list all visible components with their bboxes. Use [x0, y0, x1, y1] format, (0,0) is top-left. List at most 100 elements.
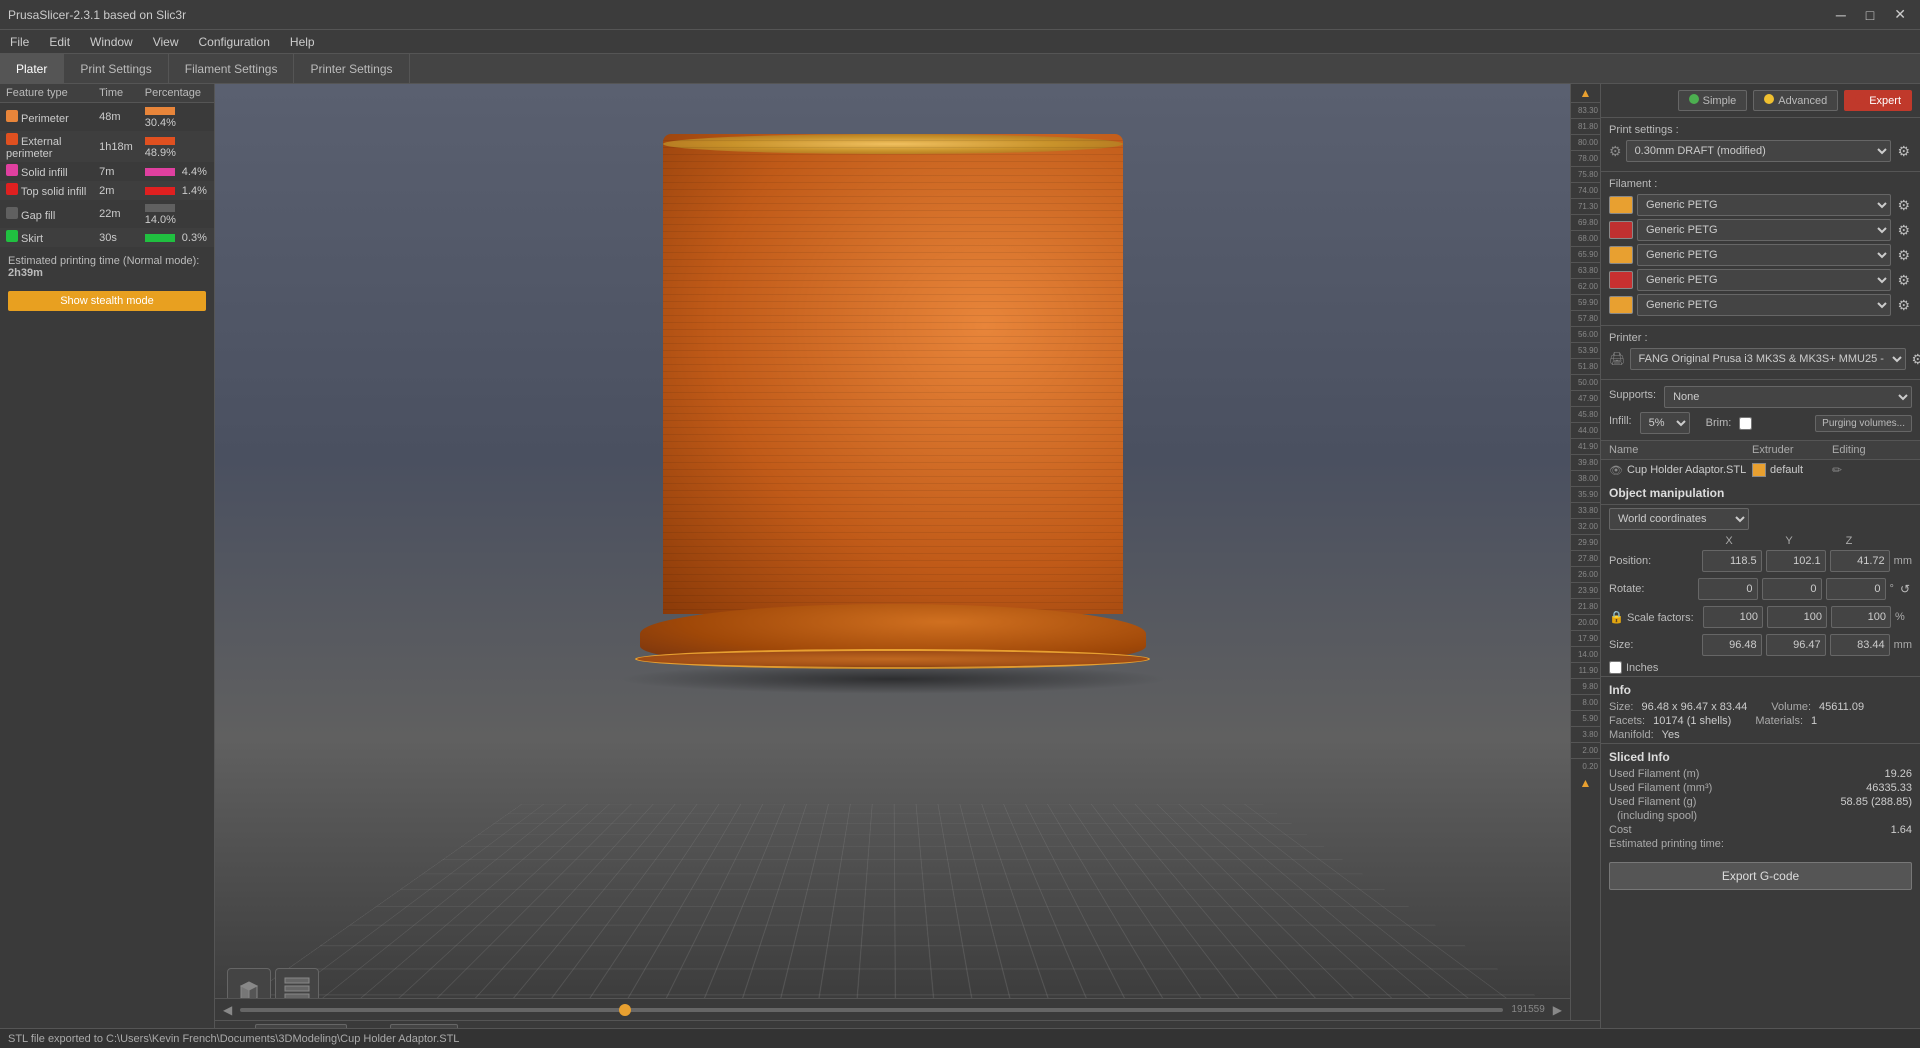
size-z-input[interactable] [1830, 634, 1890, 656]
filament-color-0[interactable] [1609, 196, 1633, 214]
filament-edit-btn-3[interactable]: ⚙ [1895, 270, 1912, 291]
sliced-g-row: Used Filament (g) 58.85 (288.85) [1609, 796, 1912, 808]
tab-filament-settings[interactable]: Filament Settings [169, 54, 295, 83]
menu-help[interactable]: Help [280, 30, 325, 53]
mode-advanced-btn[interactable]: Advanced [1753, 90, 1838, 111]
info-facets-val: 10174 (1 shells) [1653, 715, 1731, 727]
lock-icon[interactable]: 🔒 [1609, 610, 1624, 624]
slider-thumb[interactable] [619, 1004, 631, 1016]
col-name: Name [1609, 444, 1752, 456]
filament-color-2[interactable] [1609, 246, 1633, 264]
filament-edit-btn-0[interactable]: ⚙ [1895, 195, 1912, 216]
ruler-mark: 35.90 [1571, 486, 1600, 502]
inches-label: Inches [1626, 662, 1658, 674]
ruler-mark: 8.00 [1571, 694, 1600, 710]
simple-dot [1689, 94, 1699, 104]
info-materials-val: 1 [1811, 715, 1817, 727]
print-settings-select[interactable]: 0.30mm DRAFT (modified) [1626, 140, 1892, 162]
ruler-mark: 20.00 [1571, 614, 1600, 630]
stat-time-cell: 22m [93, 200, 139, 228]
filament-select-2[interactable]: Generic PETG [1637, 244, 1891, 266]
main-layout: Feature type Time Percentage Perimeter 4… [0, 84, 1920, 1048]
position-x-input[interactable] [1702, 550, 1762, 572]
filament-color-4[interactable] [1609, 296, 1633, 314]
filament-row-2: Generic PETG ⚙ [1609, 244, 1912, 266]
object-row[interactable]: 👁 Cup Holder Adaptor.STL default ✏ [1601, 460, 1920, 480]
sliced-g-key: Used Filament (g) [1609, 796, 1696, 808]
ruler-mark: 26.00 [1571, 566, 1600, 582]
rotate-x-input[interactable] [1698, 578, 1758, 600]
menu-edit[interactable]: Edit [39, 30, 80, 53]
ruler-mark: 65.90 [1571, 246, 1600, 262]
close-btn[interactable]: ✕ [1888, 4, 1912, 25]
ruler-mark: 11.90 [1571, 662, 1600, 678]
ruler-mark: 62.00 [1571, 278, 1600, 294]
slider-track[interactable] [240, 1008, 1503, 1012]
status-bar: STL file exported to C:\Users\Kevin Fren… [0, 1028, 1920, 1048]
brim-label: Brim: [1706, 417, 1732, 429]
stat-pct-cell: 30.4% [139, 103, 214, 132]
filament-select-4[interactable]: Generic PETG [1637, 294, 1891, 316]
filament-select-3[interactable]: Generic PETG [1637, 269, 1891, 291]
stat-pct-cell: 4.4% [139, 162, 214, 181]
inches-row: Inches [1601, 659, 1920, 676]
export-gcode-btn[interactable]: Export G-code [1609, 862, 1912, 890]
stealth-mode-btn[interactable]: Show stealth mode [8, 291, 206, 311]
ruler-mark: 78.00 [1571, 150, 1600, 166]
slider-left-arrow[interactable]: ◀ [223, 1003, 232, 1017]
edit-icon[interactable]: ✏ [1832, 463, 1842, 477]
stat-pct-cell: 0.3% [139, 228, 214, 247]
position-z-input[interactable] [1830, 550, 1890, 572]
inches-checkbox[interactable] [1609, 661, 1622, 674]
printer-select[interactable]: FANG Original Prusa i3 MK3S & MK3S+ MMU2… [1630, 348, 1906, 370]
rotate-reset-btn[interactable]: ↺ [1898, 580, 1912, 598]
ruler-up-arrow[interactable]: ▲ [1571, 84, 1600, 102]
scale-y-input[interactable] [1767, 606, 1827, 628]
rotate-z-input[interactable] [1826, 578, 1886, 600]
expert-dot [1855, 94, 1865, 104]
brim-checkbox[interactable] [1739, 417, 1752, 430]
menu-view[interactable]: View [143, 30, 189, 53]
ruler-mark: 0.20 [1571, 758, 1600, 774]
ruler-down-arrow[interactable]: ▲ [1571, 774, 1600, 792]
filament-select-0[interactable]: Generic PETG [1637, 194, 1891, 216]
ruler-mark: 83.30 [1571, 102, 1600, 118]
purging-btn[interactable]: Purging volumes... [1815, 415, 1912, 432]
menu-file[interactable]: File [0, 30, 39, 53]
slider-right-arrow[interactable]: ▶ [1553, 1003, 1562, 1017]
obj-editing-cell[interactable]: ✏ [1832, 463, 1912, 477]
scale-z-input[interactable] [1831, 606, 1891, 628]
scale-x-input[interactable] [1703, 606, 1763, 628]
coord-system-select[interactable]: World coordinates Instance coordinates [1609, 508, 1749, 530]
supports-select[interactable]: None Normal [1664, 386, 1912, 408]
filament-color-3[interactable] [1609, 271, 1633, 289]
maximize-btn[interactable]: □ [1860, 4, 1880, 25]
print-settings-edit-btn[interactable]: ⚙ [1895, 141, 1912, 162]
size-y-input[interactable] [1766, 634, 1826, 656]
mode-simple-btn[interactable]: Simple [1678, 90, 1748, 111]
rotate-y-input[interactable] [1762, 578, 1822, 600]
filament-edit-btn-1[interactable]: ⚙ [1895, 220, 1912, 241]
viewport[interactable]: ▲ 83.3081.8080.0078.0075.8074.0071.3069.… [215, 84, 1600, 1048]
menu-configuration[interactable]: Configuration [189, 30, 280, 53]
menu-window[interactable]: Window [80, 30, 143, 53]
filament-select-1[interactable]: Generic PETG [1637, 219, 1891, 241]
position-row: Position: mm [1601, 547, 1920, 575]
position-unit: mm [1894, 555, 1912, 567]
position-y-input[interactable] [1766, 550, 1826, 572]
stat-color-dot [6, 110, 18, 122]
infill-select[interactable]: 5% 10% 20% [1640, 412, 1690, 434]
scale-label: 🔒 Scale factors: [1609, 610, 1699, 624]
mode-expert-btn[interactable]: Expert [1844, 90, 1912, 111]
tab-print-settings[interactable]: Print Settings [64, 54, 168, 83]
stat-time-cell: 7m [93, 162, 139, 181]
tab-plater[interactable]: Plater [0, 54, 64, 83]
tab-printer-settings[interactable]: Printer Settings [294, 54, 409, 83]
minimize-btn[interactable]: ─ [1830, 4, 1852, 25]
printer-edit-btn[interactable]: ⚙ [1910, 349, 1920, 370]
filament-edit-btn-2[interactable]: ⚙ [1895, 245, 1912, 266]
filament-color-1[interactable] [1609, 221, 1633, 239]
eye-icon[interactable]: 👁 [1609, 464, 1623, 477]
filament-edit-btn-4[interactable]: ⚙ [1895, 295, 1912, 316]
size-x-input[interactable] [1702, 634, 1762, 656]
